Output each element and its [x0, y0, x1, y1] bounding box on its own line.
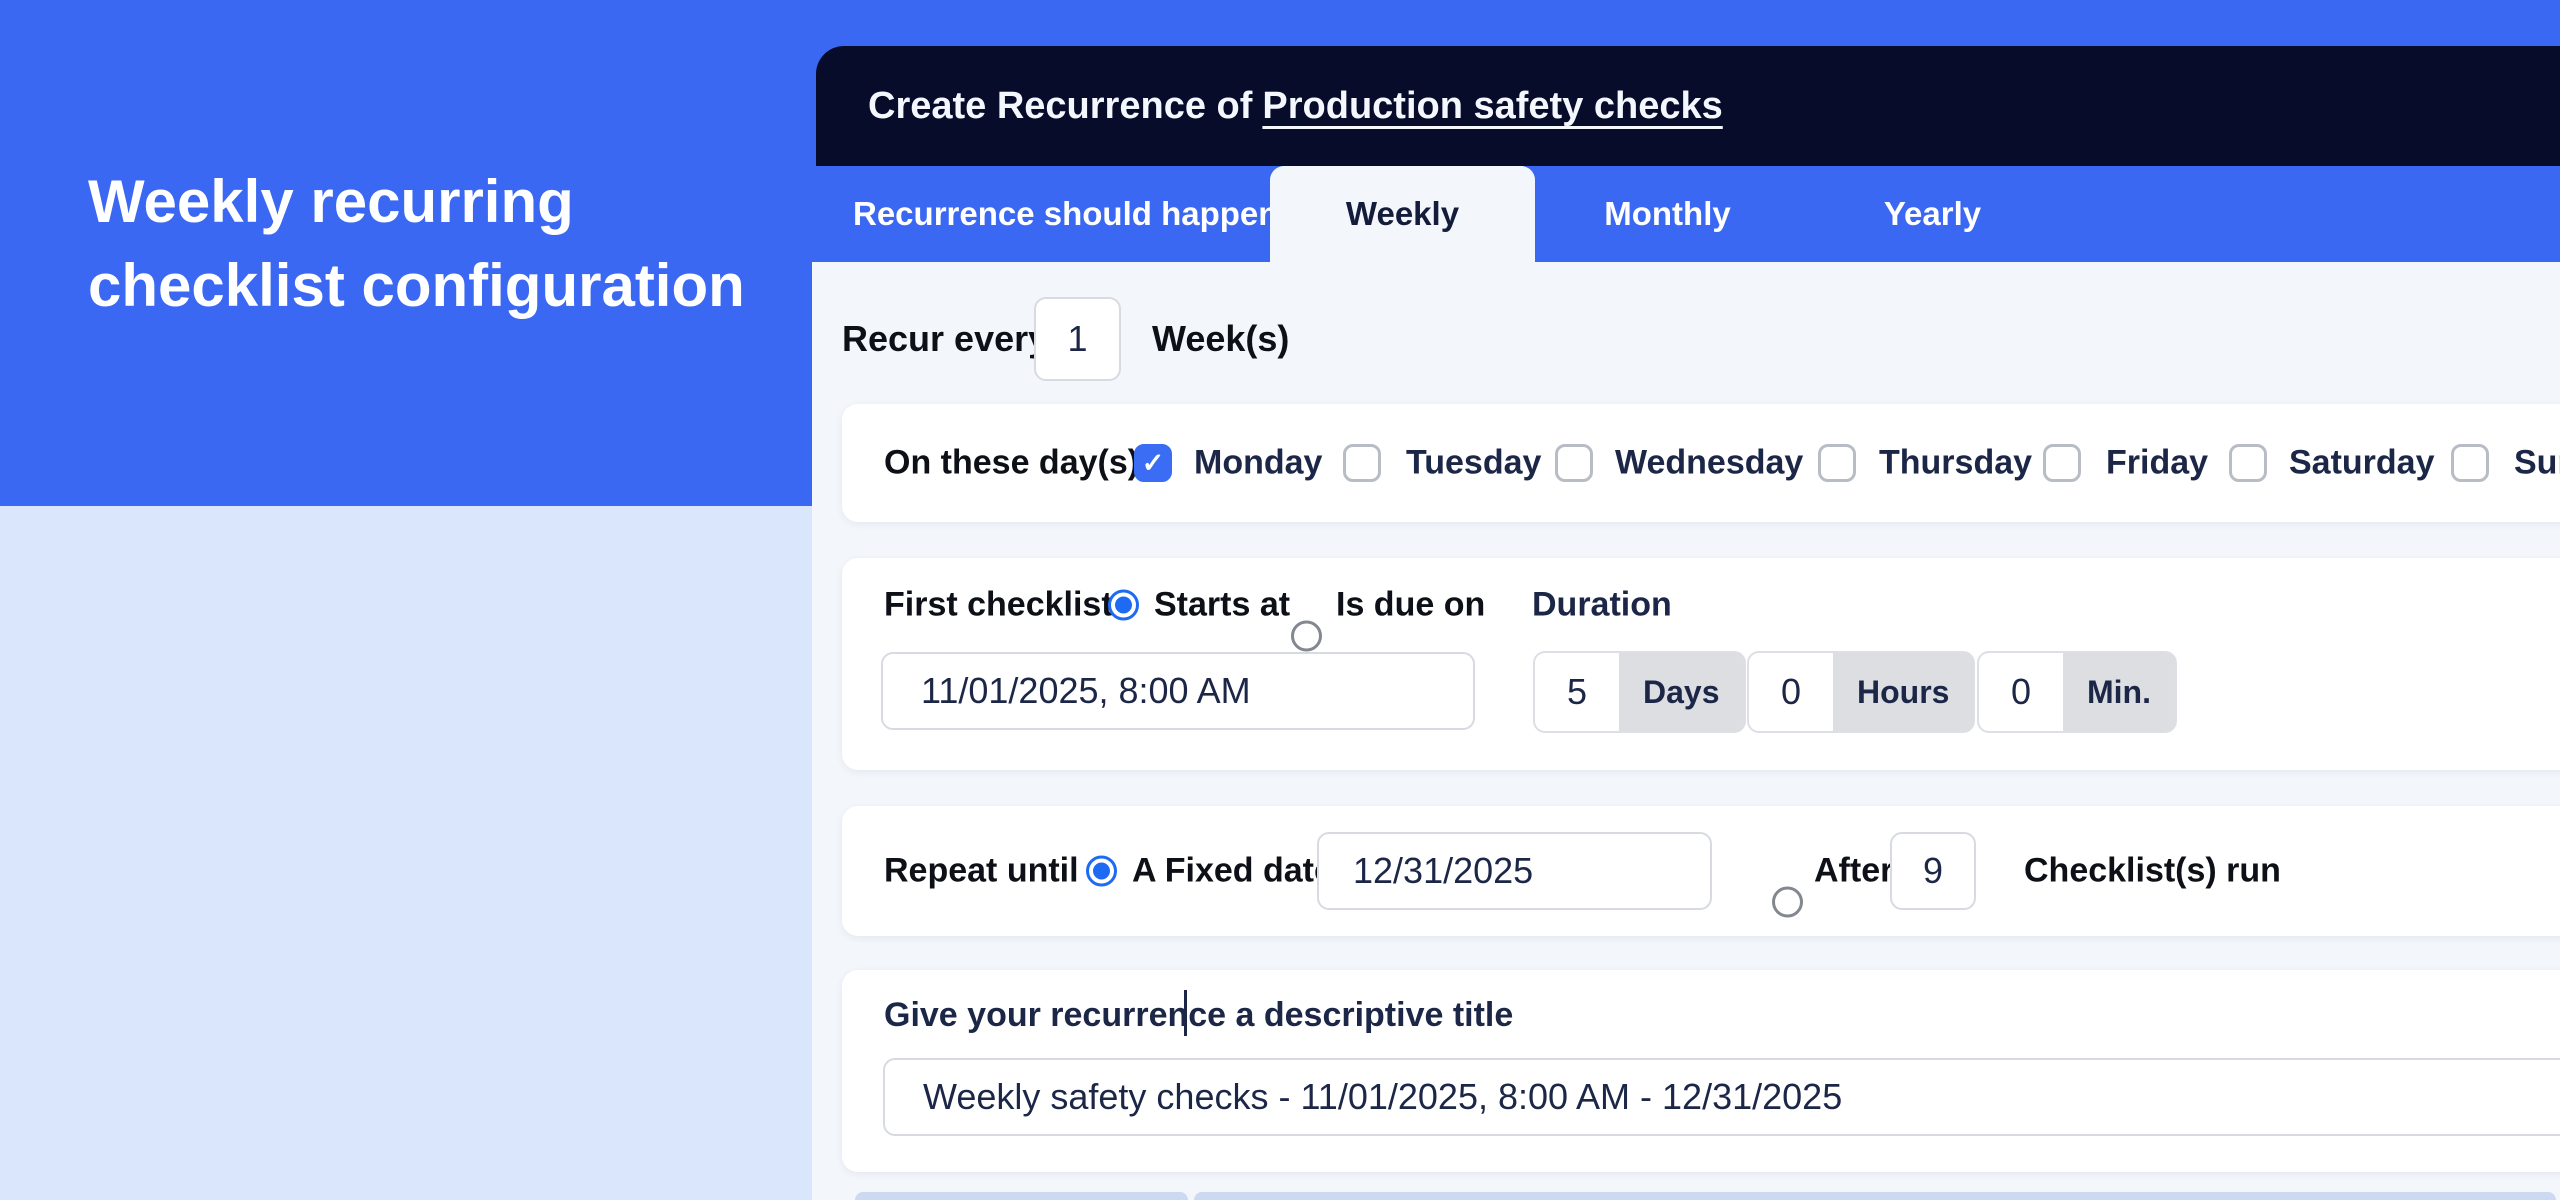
label-saturday[interactable]: Saturday — [2289, 444, 2435, 483]
label-tuesday[interactable]: Tuesday — [1406, 444, 1541, 483]
after-count-input[interactable] — [1890, 832, 1976, 910]
checkbox-monday[interactable]: ✓ — [1134, 444, 1172, 482]
sidebar-lower-background — [0, 506, 812, 1200]
after-label[interactable]: After — [1814, 852, 1893, 891]
tab-monthly[interactable]: Monthly — [1535, 166, 1800, 262]
duration-hours-group: Hours — [1747, 651, 1975, 733]
radio-fixed-date[interactable] — [1086, 856, 1117, 887]
duration-days-unit: Days — [1619, 653, 1744, 731]
duration-days-input[interactable] — [1535, 653, 1619, 731]
tab-bar: Recurrence should happen Weekly Monthly … — [812, 166, 2560, 262]
recur-every-row: Recur every Week(s) — [842, 297, 1542, 381]
checklist-link[interactable]: Production safety checks — [1262, 85, 1722, 128]
text-cursor — [1184, 990, 1187, 1036]
radio-starts-at[interactable] — [1108, 590, 1139, 621]
duration-hours-input[interactable] — [1749, 653, 1833, 731]
title-field-label: Give your recurrence a descriptive title — [884, 996, 1513, 1035]
repeat-until-label: Repeat until — [884, 852, 1079, 891]
duration-minutes-unit: Min. — [2063, 653, 2175, 731]
checkbox-sunday[interactable] — [2451, 444, 2489, 482]
duration-label: Duration — [1532, 586, 1672, 625]
check-icon: ✓ — [1142, 448, 1165, 479]
title-card: Give your recurrence a descriptive title — [842, 970, 2560, 1172]
label-friday[interactable]: Friday — [2106, 444, 2208, 483]
first-checklist-label: First checklist — [884, 586, 1113, 625]
tab-weekly[interactable]: Weekly — [1270, 166, 1535, 262]
page-title: Weekly recurring checklist configuration — [88, 160, 788, 328]
modal-title: Create Recurrence of — [868, 85, 1252, 128]
recur-every-unit-label: Week(s) — [1152, 318, 1289, 360]
starts-at-label[interactable]: Starts at — [1154, 586, 1290, 625]
first-checklist-row: First checklist Starts at Is due on Dura… — [842, 570, 2560, 640]
duration-minutes-input[interactable] — [1979, 653, 2063, 731]
checklists-run-label: Checklist(s) run — [2024, 852, 2281, 891]
days-card: On these day(s) ✓ Monday Tuesday Wednesd… — [842, 404, 2560, 522]
is-due-on-label[interactable]: Is due on — [1336, 586, 1485, 625]
start-datetime-input[interactable] — [881, 652, 1475, 730]
checkbox-friday[interactable] — [2043, 444, 2081, 482]
recur-every-label: Recur every — [842, 318, 1048, 360]
checkbox-thursday[interactable] — [1818, 444, 1856, 482]
label-wednesday[interactable]: Wednesday — [1615, 444, 1803, 483]
first-checklist-card: First checklist Starts at Is due on Dura… — [842, 558, 2560, 770]
label-thursday[interactable]: Thursday — [1879, 444, 2032, 483]
duration-hours-unit: Hours — [1833, 653, 1973, 731]
checkbox-saturday[interactable] — [2229, 444, 2267, 482]
recurrence-title-input[interactable] — [883, 1058, 2560, 1136]
main-panel: Create Recurrence of Production safety c… — [812, 0, 2560, 1200]
label-monday[interactable]: Monday — [1194, 444, 1322, 483]
duration-minutes-group: Min. — [1977, 651, 2177, 733]
next-section-peek-left — [855, 1192, 1188, 1200]
label-sunday[interactable]: Sunday — [2514, 444, 2560, 483]
days-label: On these day(s) — [884, 444, 1139, 483]
fixed-date-label[interactable]: A Fixed date — [1132, 852, 1333, 891]
modal-header: Create Recurrence of Production safety c… — [816, 46, 2560, 166]
checkbox-wednesday[interactable] — [1555, 444, 1593, 482]
fixed-date-input[interactable] — [1317, 832, 1712, 910]
recur-interval-input[interactable] — [1034, 297, 1121, 381]
tab-yearly[interactable]: Yearly — [1800, 166, 2065, 262]
radio-after[interactable] — [1772, 887, 1803, 918]
duration-days-group: Days — [1533, 651, 1746, 733]
tab-bar-caption: Recurrence should happen — [853, 166, 1278, 262]
checkbox-tuesday[interactable] — [1343, 444, 1381, 482]
radio-is-due-on[interactable] — [1291, 621, 1322, 652]
repeat-until-card: Repeat until A Fixed date After Checklis… — [842, 806, 2560, 936]
next-section-peek-right — [1194, 1192, 2556, 1200]
